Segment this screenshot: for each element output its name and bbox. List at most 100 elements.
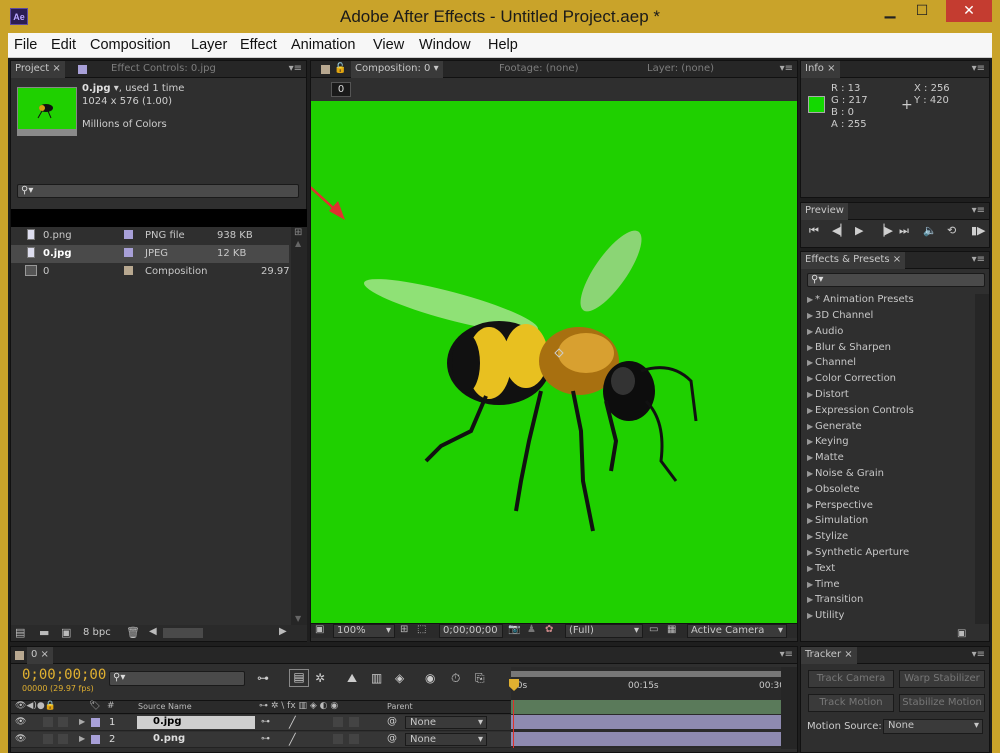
first-frame-icon[interactable]: ⏮ — [809, 224, 819, 238]
layer-label-swatch[interactable] — [91, 735, 100, 744]
new-preset-icon[interactable]: ▣ — [957, 628, 966, 639]
hide-shy-layers-icon[interactable]: ⛰ — [347, 671, 357, 686]
audio-icon[interactable]: 🔈 — [923, 224, 937, 237]
quality-switch-icon[interactable]: ╱ — [289, 733, 296, 746]
effects-item[interactable]: ▶ Time — [807, 579, 839, 590]
visibility-eye-icon[interactable]: 👁 — [15, 717, 26, 727]
new-folder-icon[interactable]: ▬ — [39, 626, 49, 639]
visibility-eye-icon[interactable]: 👁 — [15, 734, 26, 744]
resolution-select[interactable]: (Full) ▾ — [565, 624, 643, 638]
effects-item[interactable]: ▶ Perspective — [807, 500, 873, 511]
panel-menu-icon[interactable]: ▾≡ — [289, 63, 302, 74]
panel-menu-icon[interactable]: ▾≡ — [972, 254, 985, 265]
tab-effect-controls[interactable]: Effect Controls: 0.jpg — [107, 61, 220, 78]
panel-menu-icon[interactable]: ▾≡ — [972, 205, 985, 216]
magnification-select[interactable]: 100% ▾ — [333, 624, 395, 638]
shy-switch-icon[interactable]: ⊶ — [261, 734, 270, 744]
panel-menu-icon[interactable]: ▾≡ — [972, 649, 985, 660]
expand-icon[interactable]: ▶ — [79, 717, 85, 726]
tab-footage[interactable]: Footage: (none) — [495, 61, 582, 78]
effects-item[interactable]: ▶ Keying — [807, 436, 849, 447]
layer-switch[interactable] — [349, 734, 359, 744]
bit-depth-button[interactable]: 8 bpc — [83, 627, 111, 638]
parent-select[interactable]: None ▾ — [405, 716, 487, 729]
tab-timeline[interactable]: 0 × — [27, 647, 53, 664]
frame-blending-icon[interactable]: ▥ — [371, 671, 382, 685]
comp-navigator-button[interactable]: 0 — [331, 82, 351, 97]
track-camera-button[interactable]: Track Camera — [808, 670, 894, 688]
warp-stabilizer-button[interactable]: Warp Stabilizer — [899, 670, 985, 688]
comp-mini-flowchart-icon[interactable]: ⊶ — [257, 671, 269, 685]
close-button[interactable]: ✕ — [946, 0, 992, 22]
effects-item[interactable]: ▶ Audio — [807, 326, 843, 337]
horizontal-scroll-thumb[interactable] — [163, 628, 203, 638]
timeline-search-input[interactable]: ⚲▾ — [109, 671, 245, 686]
minimize-button[interactable]: ▁ — [876, 0, 904, 22]
panel-menu-icon[interactable]: ▾≡ — [972, 63, 985, 74]
always-preview-icon[interactable]: ▣ — [315, 624, 324, 635]
panel-menu-icon[interactable]: ▾≡ — [780, 649, 793, 660]
effects-item[interactable]: ▶ Synthetic Aperture — [807, 547, 909, 558]
menu-animation[interactable]: Animation — [291, 37, 355, 53]
label-color-swatch[interactable] — [124, 230, 133, 239]
trash-icon[interactable]: 🗑 — [126, 626, 140, 639]
effects-item[interactable]: ▶ Obsolete — [807, 484, 860, 495]
scroll-up-icon[interactable]: ▲ — [295, 239, 301, 248]
current-time-display[interactable]: 0;00;00;00 — [439, 624, 503, 638]
menu-effect[interactable]: Effect — [240, 37, 277, 53]
parent-select[interactable]: None ▾ — [405, 733, 487, 746]
effects-item[interactable]: ▶ Generate — [807, 421, 862, 432]
layer-name[interactable]: 0.png — [137, 733, 255, 746]
tab-info[interactable]: Info × — [801, 61, 840, 78]
effects-item[interactable]: ▶ Utility — [807, 610, 844, 621]
motion-source-select[interactable]: None ▾ — [883, 719, 983, 734]
timeline-scrollbar[interactable] — [781, 667, 797, 749]
brainstorm-icon[interactable]: ◉ — [425, 671, 435, 685]
work-area-bar[interactable] — [511, 671, 781, 677]
effects-item[interactable]: ▶ Expression Controls — [807, 405, 914, 416]
effects-item[interactable]: ▶ Noise & Grain — [807, 468, 884, 479]
maximize-button[interactable]: ☐ — [908, 0, 936, 22]
effects-search-input[interactable]: ⚲▾ — [807, 273, 985, 287]
stabilize-motion-button[interactable]: Stabilize Motion — [899, 694, 985, 712]
next-frame-icon[interactable]: ▕▶ — [876, 224, 893, 237]
composition-viewer[interactable] — [232, 101, 797, 623]
label-color-swatch[interactable] — [124, 248, 133, 257]
lock-icon[interactable]: 🔓 — [334, 63, 346, 74]
tab-tracker[interactable]: Tracker × — [801, 647, 857, 664]
av-features-icon[interactable]: 👁◀)●🔒 — [15, 701, 56, 711]
fast-previews-icon[interactable]: ▭ — [649, 624, 658, 635]
transparency-grid-icon[interactable]: ▦ — [667, 624, 676, 635]
tab-project[interactable]: Project × — [11, 61, 65, 78]
panel-menu-icon[interactable]: ▾≡ — [780, 63, 793, 74]
tab-effects-presets[interactable]: Effects & Presets × — [801, 252, 906, 269]
project-search-input[interactable]: ⚲▾ — [17, 184, 299, 198]
layer-switch[interactable] — [349, 717, 359, 727]
menu-window[interactable]: Window — [419, 37, 471, 53]
pick-whip-icon[interactable]: @ — [387, 733, 397, 744]
tab-composition[interactable]: Composition: 0 ▾ — [351, 61, 443, 78]
quality-switch-icon[interactable]: ╱ — [289, 716, 296, 729]
camera-select[interactable]: Active Camera ▾ — [687, 624, 787, 638]
layer-bars-area[interactable] — [511, 700, 781, 748]
effects-item[interactable]: ▶ Matte — [807, 452, 844, 463]
effects-item[interactable]: ▶ Channel — [807, 357, 856, 368]
parent-header[interactable]: Parent — [387, 702, 413, 711]
auto-keyframe-icon[interactable]: ⏱ — [451, 671, 460, 686]
layer-row-1[interactable]: 👁 ▶ 1 0.jpg ⊶ ╱ @ None ▾ — [11, 715, 511, 731]
solo-toggle[interactable] — [43, 734, 53, 744]
graph-editor-icon[interactable]: ⎘ — [475, 671, 485, 686]
effects-item[interactable]: ▶ Transition — [807, 594, 863, 605]
scroll-left-icon[interactable]: ◀ — [149, 626, 157, 637]
new-composition-icon[interactable]: ▣ — [61, 626, 71, 639]
effects-item[interactable]: ▶ Simulation — [807, 515, 868, 526]
label-column-icon[interactable]: 🏷 — [89, 701, 100, 711]
label-color-swatch[interactable] — [124, 266, 133, 275]
project-item-0png[interactable]: 0.png PNG file 938 KB — [11, 227, 289, 245]
effects-item[interactable]: ▶ Stylize — [807, 531, 848, 542]
effects-item[interactable]: ▶ Blur & Sharpen — [807, 342, 891, 353]
menu-file[interactable]: File — [14, 37, 37, 53]
effects-item[interactable]: ▶ Distort — [807, 389, 849, 400]
layer-duration-bar[interactable] — [511, 715, 781, 729]
menu-view[interactable]: View — [373, 37, 404, 53]
